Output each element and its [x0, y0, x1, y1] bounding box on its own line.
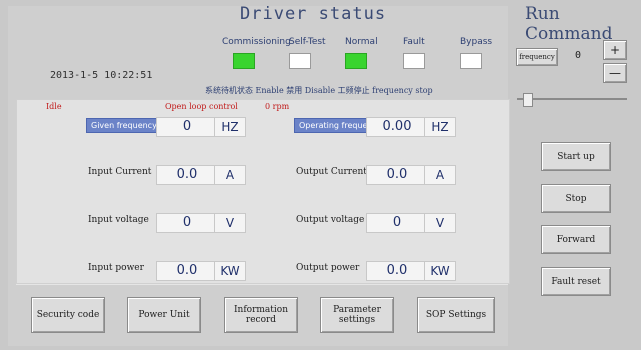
output-power-label: Output power [296, 263, 360, 273]
input-current-unit: A [214, 165, 246, 185]
mode-status-strip: 系统待机状态 Enable 禁用 Disable 工频停止 frequency … [205, 86, 433, 95]
frequency-setpoint-value: 0 [575, 50, 582, 61]
output-power-value: 0.0 [366, 261, 428, 281]
output-current-unit: A [424, 165, 456, 185]
bypass-indicator [460, 53, 482, 69]
input-voltage-value: 0 [156, 213, 218, 233]
page-title: Driver status [240, 4, 387, 24]
status-label-bypass: Bypass [460, 37, 493, 47]
slider-track [517, 98, 627, 100]
start-up-button[interactable]: Start up [541, 142, 611, 171]
status-label-fault: Fault [403, 37, 425, 47]
commissioning-indicator [233, 53, 255, 69]
operating-frequency-unit: HZ [424, 117, 456, 137]
parameter-settings-button[interactable]: Parameter settings [320, 297, 394, 333]
normal-indicator [345, 53, 367, 69]
output-power-unit: KW [424, 261, 456, 281]
input-power-unit: KW [214, 261, 246, 281]
input-current-value: 0.0 [156, 165, 218, 185]
slider-thumb[interactable] [523, 93, 533, 107]
given-frequency-value: 0 [156, 117, 218, 137]
given-frequency-unit: HZ [214, 117, 246, 137]
fault-reset-button[interactable]: Fault reset [541, 267, 611, 296]
control-mode-text: Open loop control [165, 102, 238, 111]
frequency-slider[interactable] [517, 93, 627, 107]
datetime-display: 2013-1-5 10:22:51 [50, 70, 153, 81]
fault-indicator [403, 53, 425, 69]
security-code-button[interactable]: Security code [31, 297, 105, 333]
status-label-self-test: Self-Test [289, 37, 326, 47]
self-test-indicator [289, 53, 311, 69]
status-label-normal: Normal [345, 37, 378, 47]
output-voltage-label: Output voltage [296, 215, 365, 225]
frequency-label-button[interactable]: frequency [516, 48, 558, 66]
given-frequency-label: Given frequency [86, 118, 162, 133]
status-label-commissioning: Commissioning [222, 37, 291, 47]
output-voltage-unit: V [424, 213, 456, 233]
sop-settings-button[interactable]: SOP Settings [417, 297, 495, 333]
run-command-title: Run Command [525, 4, 613, 44]
input-voltage-unit: V [214, 213, 246, 233]
input-power-label: Input power [88, 263, 144, 273]
power-unit-button[interactable]: Power Unit [127, 297, 201, 333]
input-voltage-label: Input voltage [88, 215, 149, 225]
output-current-label: Output Current [296, 167, 367, 177]
output-voltage-value: 0 [366, 213, 428, 233]
increase-frequency-button[interactable]: + [603, 40, 627, 60]
forward-button[interactable]: Forward [541, 225, 611, 254]
state-text: Idle [46, 102, 62, 111]
decrease-frequency-button[interactable]: — [603, 63, 627, 83]
input-current-label: Input Current [88, 167, 152, 177]
information-record-button[interactable]: Information record [224, 297, 298, 333]
input-power-value: 0.0 [156, 261, 218, 281]
output-current-value: 0.0 [366, 165, 428, 185]
stop-button[interactable]: Stop [541, 184, 611, 213]
rpm-text: 0 rpm [265, 102, 290, 111]
operating-frequency-value: 0.00 [366, 117, 428, 137]
